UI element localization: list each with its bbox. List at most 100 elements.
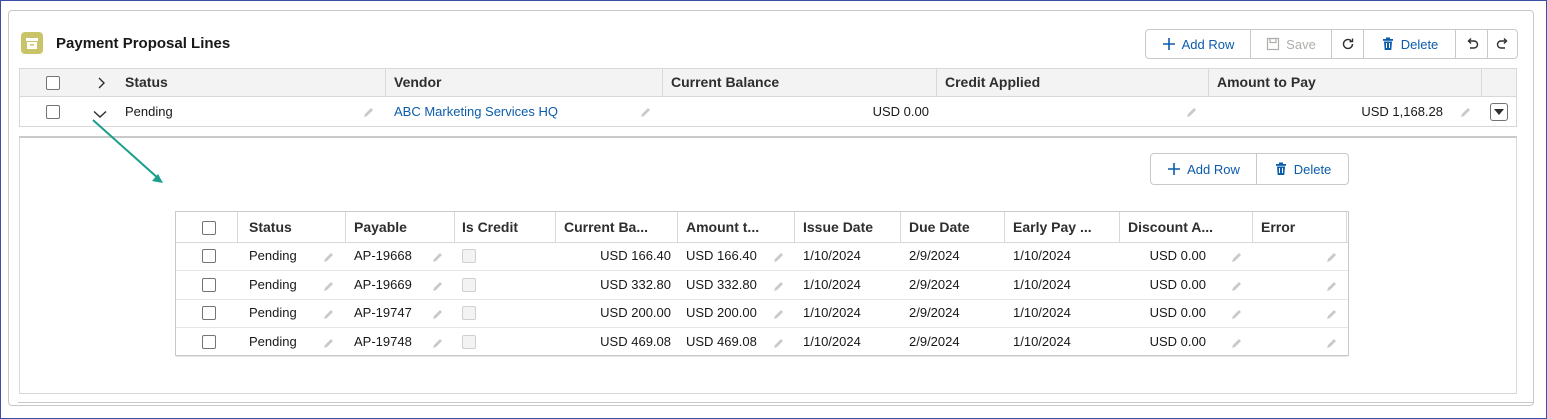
edit-pencil-icon[interactable]: [1326, 307, 1338, 325]
sub-row-current-balance: USD 166.40: [600, 248, 671, 263]
sub-row-payable-link[interactable]: AP-19748: [354, 328, 412, 356]
edit-pencil-icon[interactable]: [1231, 279, 1243, 297]
sub-row-issue-date: 1/10/2024: [803, 276, 861, 292]
subtable-header: Status Payable Is Credit Current Ba... A…: [176, 212, 1348, 243]
sub-row-early-pay: 1/10/2024: [1013, 305, 1071, 320]
table-row: Pending AP-19748 USD 469.08 USD 469.08 1/10/…: [176, 328, 1348, 357]
sub-row-checkbox[interactable]: [202, 334, 216, 349]
sub-row-amount: USD 200.00: [686, 305, 757, 320]
edit-pencil-icon[interactable]: [323, 307, 335, 325]
row-current-balance: USD 0.00: [872, 104, 929, 119]
chevron-right-icon[interactable]: [97, 77, 107, 89]
edit-pencil-icon[interactable]: [1326, 250, 1338, 268]
edit-pencil-icon[interactable]: [1231, 307, 1243, 325]
col-current-balance[interactable]: Current Balance: [671, 69, 779, 96]
sub-col-amount[interactable]: Amount t...: [686, 212, 759, 242]
sub-row-due-date: 2/9/2024: [909, 276, 960, 292]
table-row: Pending ABC Marketing Services HQ USD 0.…: [19, 97, 1517, 127]
edit-pencil-icon[interactable]: [773, 336, 785, 354]
row-vendor-link[interactable]: ABC Marketing Services HQ: [394, 97, 558, 126]
plus-icon: [1168, 163, 1181, 175]
main-table-header: Status Vendor Current Balance Credit App…: [19, 68, 1517, 97]
annotation-arrow-icon: [92, 119, 163, 183]
add-row-button[interactable]: Add Row: [1145, 29, 1251, 59]
save-button[interactable]: Save: [1250, 29, 1332, 59]
edit-pencil-icon[interactable]: [1186, 106, 1198, 118]
sub-col-current-balance[interactable]: Current Ba...: [564, 212, 648, 242]
sub-row-payable-link[interactable]: AP-19668: [354, 242, 412, 270]
refresh-icon: [1342, 38, 1353, 50]
edit-pencil-icon[interactable]: [640, 106, 652, 118]
edit-pencil-icon[interactable]: [363, 106, 375, 118]
sub-col-discount[interactable]: Discount A...: [1128, 212, 1213, 242]
edit-pencil-icon[interactable]: [773, 307, 785, 325]
sub-row-checkbox[interactable]: [202, 306, 216, 320]
col-amount-to-pay[interactable]: Amount to Pay: [1217, 69, 1316, 96]
edit-pencil-icon[interactable]: [323, 279, 335, 297]
sub-row-current-balance: USD 469.08: [600, 333, 671, 349]
refresh-button[interactable]: [1331, 29, 1364, 59]
sub-row-due-date: 2/9/2024: [909, 305, 960, 320]
sub-add-row-button[interactable]: Add Row: [1150, 153, 1257, 185]
sub-col-issue-date[interactable]: Issue Date: [803, 212, 873, 242]
edit-pencil-icon[interactable]: [773, 279, 785, 297]
sub-row-early-pay: 1/10/2024: [1013, 276, 1071, 292]
sub-row-status: Pending: [249, 276, 297, 292]
undo-button[interactable]: [1455, 29, 1488, 59]
edit-pencil-icon[interactable]: [323, 250, 335, 268]
edit-pencil-icon[interactable]: [1326, 279, 1338, 297]
save-label: Save: [1286, 36, 1316, 52]
redo-button[interactable]: [1487, 29, 1518, 59]
table-row: Pending AP-19747 USD 200.00 USD 200.00 1/10/…: [176, 299, 1348, 328]
sub-add-row-label: Add Row: [1187, 161, 1240, 177]
col-status[interactable]: Status: [125, 69, 168, 96]
edit-pencil-icon[interactable]: [432, 336, 444, 354]
is-credit-checkbox: [462, 306, 476, 320]
card-title: Payment Proposal Lines: [56, 35, 231, 52]
sub-row-discount: USD 0.00: [1149, 333, 1206, 349]
sub-row-status: Pending: [249, 305, 297, 320]
sub-row-checkbox[interactable]: [202, 249, 216, 263]
sub-col-status[interactable]: Status: [249, 212, 292, 242]
payment-proposal-card: Payment Proposal Lines Add Row Save Dele…: [8, 10, 1534, 406]
trash-icon: [1275, 162, 1286, 175]
sub-row-issue-date: 1/10/2024: [803, 333, 861, 349]
edit-pencil-icon[interactable]: [1460, 106, 1472, 118]
table-row: Pending AP-19669 USD 332.80 USD 332.80 1/10/…: [176, 271, 1348, 300]
sub-col-error[interactable]: Error: [1261, 212, 1295, 242]
trash-icon: [1382, 37, 1393, 50]
card-header-icon: [21, 32, 43, 54]
sub-col-payable[interactable]: Payable: [354, 212, 407, 242]
undo-icon: [1467, 38, 1478, 49]
edit-pencil-icon[interactable]: [432, 307, 444, 325]
sub-row-payable-link[interactable]: AP-19747: [354, 299, 412, 327]
col-credit-applied[interactable]: Credit Applied: [945, 69, 1040, 96]
edit-pencil-icon[interactable]: [1231, 336, 1243, 354]
sub-row-checkbox[interactable]: [202, 277, 216, 292]
edit-pencil-icon[interactable]: [432, 250, 444, 268]
sub-delete-button[interactable]: Delete: [1256, 153, 1349, 185]
row-checkbox[interactable]: [46, 105, 60, 119]
select-all-checkbox[interactable]: [46, 76, 60, 90]
row-actions-dropdown[interactable]: [1490, 103, 1508, 121]
edit-pencil-icon[interactable]: [323, 336, 335, 354]
sub-row-amount: USD 166.40: [686, 248, 757, 263]
sub-row-discount: USD 0.00: [1149, 305, 1206, 320]
edit-pencil-icon[interactable]: [1326, 336, 1338, 354]
delete-button[interactable]: Delete: [1363, 29, 1456, 59]
sub-row-current-balance: USD 200.00: [600, 305, 671, 320]
sub-row-issue-date: 1/10/2024: [803, 248, 861, 263]
sub-select-all-checkbox[interactable]: [202, 221, 216, 235]
col-vendor[interactable]: Vendor: [394, 69, 441, 96]
sub-col-early-pay[interactable]: Early Pay ...: [1013, 212, 1092, 242]
is-credit-checkbox: [462, 334, 476, 349]
sub-row-amount: USD 469.08: [686, 333, 757, 349]
edit-pencil-icon[interactable]: [773, 250, 785, 268]
sub-row-payable-link[interactable]: AP-19669: [354, 271, 412, 299]
sub-delete-label: Delete: [1293, 161, 1332, 177]
sub-col-is-credit[interactable]: Is Credit: [462, 212, 518, 242]
edit-pencil-icon[interactable]: [432, 279, 444, 297]
edit-pencil-icon[interactable]: [1231, 250, 1243, 268]
table-row: Pending AP-19668 USD 166.40 USD 166.40 1/10/…: [176, 242, 1348, 271]
sub-col-due-date[interactable]: Due Date: [909, 212, 970, 242]
